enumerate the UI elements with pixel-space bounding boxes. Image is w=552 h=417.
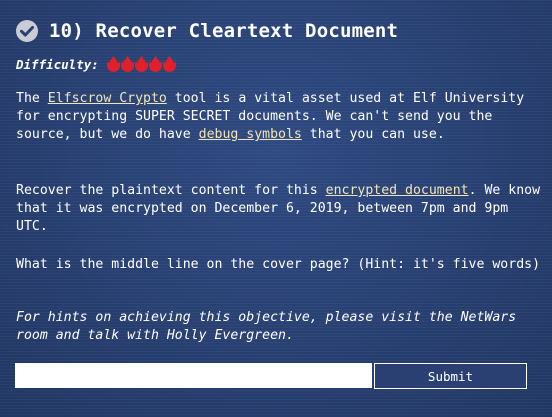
- difficulty-rating: [106, 55, 177, 72]
- difficulty-flame-icon: [134, 55, 148, 72]
- description-paragraph-1: The Elfscrow Crypto tool is a vital asse…: [16, 90, 541, 144]
- description-text: Recover the plaintext content for this: [16, 183, 326, 198]
- description-paragraph-2: Recover the plaintext content for this e…: [16, 182, 541, 236]
- encrypted-document-link[interactable]: encrypted document: [326, 183, 469, 198]
- difficulty-flame-icon: [148, 55, 162, 72]
- objective-title: 10) Recover Cleartext Document: [49, 20, 399, 42]
- submit-button[interactable]: Submit: [374, 363, 527, 389]
- question-text: What is the middle line on the cover pag…: [16, 257, 541, 272]
- difficulty-flame-icon: [162, 55, 176, 72]
- answer-input[interactable]: [15, 363, 372, 388]
- elfscrow-crypto-link[interactable]: Elfscrow Crypto: [48, 91, 167, 106]
- description-text: that you can use.: [301, 127, 445, 142]
- hint-text: For hints on achieving this objective, p…: [16, 310, 517, 343]
- objective-header: 10) Recover Cleartext Document: [15, 19, 398, 43]
- check-circle-icon: [15, 19, 39, 43]
- difficulty-flame-icon: [120, 55, 134, 72]
- debug-symbols-link[interactable]: debug symbols: [199, 127, 302, 142]
- description-text: The: [16, 91, 48, 106]
- difficulty-label: Difficulty:: [16, 56, 99, 72]
- difficulty-row: Difficulty:: [16, 55, 177, 72]
- difficulty-flame-icon: [106, 55, 120, 72]
- objective-panel: 10) Recover Cleartext Document Difficult…: [0, 0, 552, 417]
